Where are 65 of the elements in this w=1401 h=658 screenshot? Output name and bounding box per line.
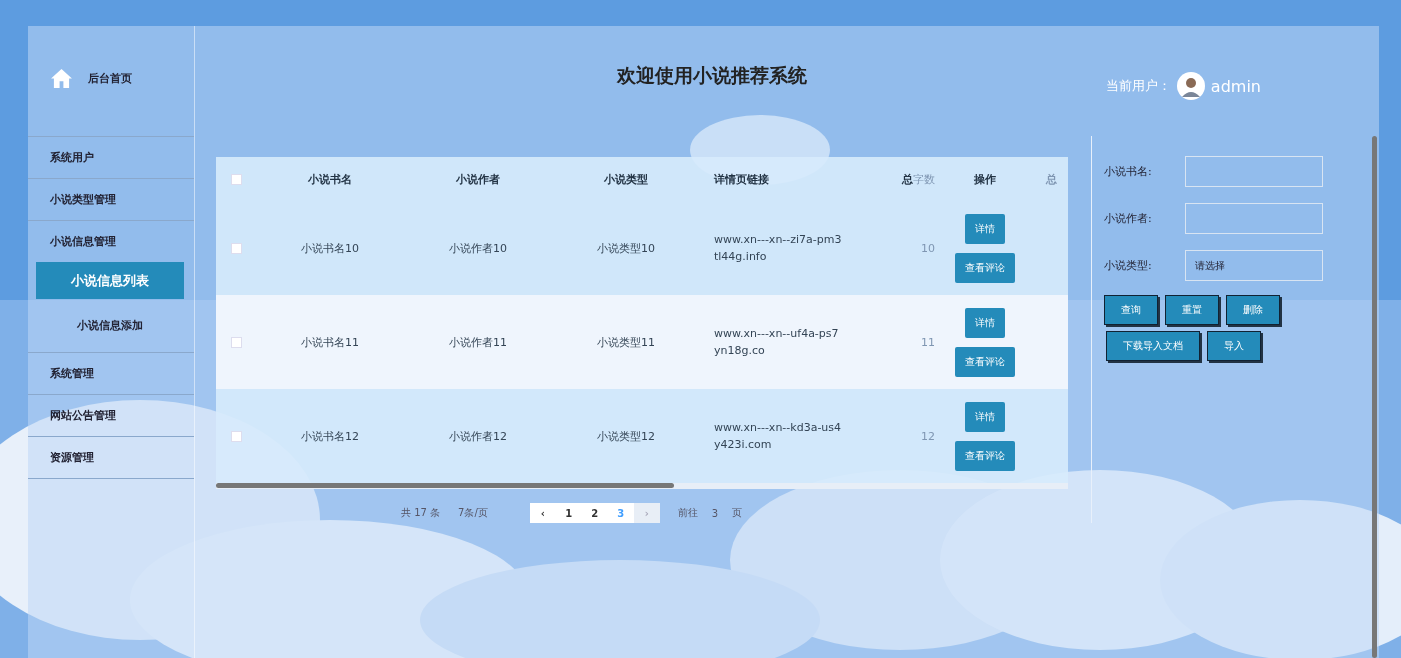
page-title: 欢迎使用小说推荐系统 — [617, 63, 807, 88]
goto-label: 前往 — [677, 506, 698, 520]
form-button[interactable]: 删除 — [1226, 295, 1280, 325]
table-cell-text: 12 — [920, 429, 935, 443]
field-label: 小说类型: — [1104, 258, 1153, 273]
user-name: admin — [1210, 76, 1261, 96]
action-button[interactable]: 详情 — [965, 213, 1005, 244]
sidebar-item[interactable]: 系统用户 — [28, 137, 194, 178]
action-button[interactable]: 查看评论 — [955, 440, 1015, 471]
table-cell-text: 小说书名11 — [300, 334, 360, 350]
action-button[interactable]: 详情 — [965, 401, 1005, 432]
input-field[interactable] — [1185, 203, 1323, 234]
column-header: 小说作者 — [455, 171, 501, 187]
page-size-select[interactable]: 7条/页 — [458, 506, 488, 520]
goto-page-field[interactable]: 3 — [711, 507, 719, 519]
row-checkbox[interactable] — [230, 336, 242, 348]
field-label: 小说作者: — [1104, 211, 1153, 226]
form-button[interactable]: 查询 — [1104, 295, 1158, 325]
select-field[interactable]: 请选择 — [1185, 250, 1323, 281]
column-header: 操作 — [973, 171, 997, 187]
action-button[interactable]: 详情 — [965, 307, 1005, 338]
field-label: 小说书名: — [1104, 164, 1153, 179]
action-button[interactable]: 查看评论 — [955, 346, 1015, 377]
table-cell-text: 小说类型11 — [596, 334, 656, 350]
table-cell-text: 小说作者10 — [448, 240, 508, 256]
sidebar-item[interactable]: 网站公告管理 — [28, 395, 194, 436]
sidebar-item[interactable]: 小说信息管理 — [28, 221, 194, 262]
avatar-icon — [1176, 72, 1205, 100]
table-cell-text: www.xn---xn--uf4a-ps7yn18g.co — [713, 326, 840, 359]
table-cell-text: 小说书名10 — [300, 240, 360, 256]
table-cell-text: 小说类型12 — [596, 428, 656, 444]
column-header: 小说书名 — [307, 171, 353, 187]
row-checkbox[interactable] — [230, 430, 242, 442]
scrollbar-thumb[interactable] — [1372, 136, 1377, 658]
sidebar-subitem[interactable]: 小说信息列表 — [36, 262, 184, 299]
total-count: 共 17 条 — [401, 506, 441, 520]
table-cell-text: www.xn---xn--kd3a-us4y423i.com — [713, 420, 843, 453]
column-header: 总 — [902, 172, 913, 186]
sidebar-item[interactable]: 资源管理 — [28, 437, 194, 478]
scrollbar-thumb[interactable] — [216, 483, 674, 488]
table-cell-text: 小说作者11 — [448, 334, 508, 350]
column-header: 小说类型 — [603, 171, 649, 187]
input-field[interactable] — [1185, 156, 1323, 187]
user-label: 当前用户： — [1105, 77, 1171, 95]
column-header: 总 — [1044, 171, 1058, 187]
sidebar-subitem[interactable]: 小说信息添加 — [36, 307, 184, 344]
table-cell-text: www.xn---xn--zi7a-pm3tl44g.info — [713, 232, 843, 265]
table-cell-text: 小说作者12 — [448, 428, 508, 444]
table-cell-text: 11 — [920, 335, 935, 349]
form-button[interactable]: 重置 — [1165, 295, 1219, 325]
form-button[interactable]: 导入 — [1207, 331, 1261, 361]
select-all-checkbox[interactable] — [230, 173, 242, 185]
row-checkbox[interactable] — [230, 242, 242, 254]
action-button[interactable]: 查看评论 — [955, 252, 1015, 283]
table-cell-text: 10 — [920, 241, 935, 255]
table-cell-text: 小说书名12 — [300, 428, 360, 444]
sidebar-item[interactable]: 系统管理 — [28, 353, 194, 394]
page-unit: 页 — [732, 506, 743, 520]
table-cell-text: 小说类型10 — [596, 240, 656, 256]
column-header: 详情页链接 — [713, 171, 770, 188]
home-link[interactable]: 后台首页 — [88, 70, 132, 86]
form-button[interactable]: 下载导入文档 — [1106, 331, 1200, 361]
column-header: 字数 — [913, 172, 935, 186]
sidebar-item[interactable]: 小说类型管理 — [28, 179, 194, 220]
home-icon[interactable] — [51, 68, 72, 88]
